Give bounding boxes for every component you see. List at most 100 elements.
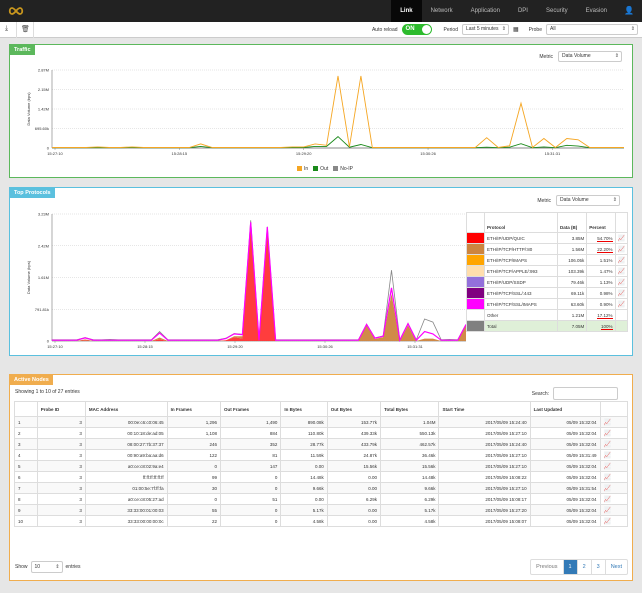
color-swatch [466, 320, 485, 332]
trend-chart-icon[interactable]: 📈 [604, 431, 611, 437]
percent-value: 17.12% [597, 312, 613, 319]
node-cell: 2017/05/09 15:27:10 [438, 449, 531, 461]
column-header[interactable]: Probe ID [36, 401, 86, 417]
search-input[interactable] [553, 387, 618, 400]
node-cell: 08:00:27:7b:37:37 [84, 438, 168, 450]
y-axis-label: Data Volume (bps) [26, 260, 31, 294]
protocol-percent: 0.98% [586, 287, 616, 299]
column-header[interactable] [466, 212, 485, 233]
trend-chart-icon[interactable]: 📈 [618, 247, 625, 253]
page-2[interactable]: 2 [578, 560, 592, 574]
trend-cell: 📈 [599, 471, 629, 483]
nav-item-evasion[interactable]: Evasion [577, 0, 616, 22]
node-cell: 3 [14, 438, 38, 450]
infinity-logo-icon[interactable] [8, 6, 24, 16]
active-nodes-table: Probe ID MAC Address In Frames Out Frames In… [14, 401, 629, 527]
column-header[interactable]: Total Bytes [380, 401, 440, 417]
pagination: Previous 1 2 3 Next [530, 559, 628, 575]
page-1[interactable]: 1 [563, 560, 578, 574]
trend-cell [614, 309, 629, 321]
protocol-name: ETH/IP/TCP/APPLE/:993 [484, 265, 558, 277]
node-cell: 33:33:00:01:00:03 [84, 504, 168, 516]
column-header[interactable]: Protocol [484, 212, 558, 233]
legend-label: Out [320, 166, 329, 172]
probe-select[interactable]: All ⇕ [546, 24, 638, 35]
trend-cell: 📈 [599, 416, 629, 428]
protocol-data: 7.05M [556, 320, 588, 332]
trend-chart-icon[interactable]: 📈 [604, 508, 611, 514]
period-select[interactable]: Last 5 minutes ⇕ [461, 24, 509, 35]
user-icon[interactable]: 👤 [616, 0, 642, 22]
protocol-name: ETH/IP/TCP/HTTP/:80 [484, 243, 558, 255]
nav-item-link[interactable]: Link [391, 0, 422, 22]
page-3[interactable]: 3 [592, 560, 606, 574]
trend-chart-icon[interactable]: 📈 [604, 420, 611, 426]
trend-chart-icon[interactable]: 📈 [618, 302, 625, 308]
node-cell: 4.58k [380, 515, 440, 527]
download-icon[interactable]: ⤓ [5, 25, 8, 33]
metric-select[interactable]: Data Volume ⇕ [556, 195, 620, 206]
x-tick-label: 15:29:20 [296, 151, 312, 156]
column-header[interactable] [14, 401, 38, 417]
trash-icon[interactable]: 🗑 [21, 25, 30, 33]
trend-chart-icon[interactable]: 📈 [604, 475, 611, 481]
node-cell: 439.33k [326, 427, 382, 439]
node-cell: 28.77k [280, 438, 328, 450]
trend-chart-icon[interactable]: 📈 [604, 497, 611, 503]
column-header[interactable]: Out Frames [219, 401, 282, 417]
trend-cell: 📈 [614, 298, 629, 310]
trend-cell: 📈 [599, 449, 629, 461]
node-cell: 05/09 15:32:04 [529, 460, 601, 472]
node-row: 3 3 08:00:27:7b:37:37 246 352 28.77k 433.79k 46… [14, 438, 629, 450]
column-header[interactable] [614, 212, 629, 233]
nav-item-security[interactable]: Security [537, 0, 577, 22]
node-cell: 81 [219, 449, 282, 461]
trend-chart-icon[interactable]: 📈 [618, 291, 625, 297]
node-cell: 3 [36, 416, 86, 428]
column-header[interactable]: Last Updated [529, 401, 601, 417]
trend-chart-icon[interactable]: 📈 [604, 442, 611, 448]
nav-item-network[interactable]: Network [422, 0, 462, 22]
auto-reload-toggle[interactable]: ON [401, 24, 432, 35]
area-eth-ip-tcp-http-80 [52, 227, 466, 341]
legend-item-out[interactable]: Out [313, 166, 328, 172]
column-header[interactable]: Percent [586, 212, 616, 233]
nav-item-dpi[interactable]: DPI [509, 0, 537, 22]
node-cell: 4 [14, 449, 38, 461]
legend-item-in[interactable]: In [297, 166, 308, 172]
column-header[interactable]: In Bytes [280, 401, 328, 417]
calendar-icon[interactable]: ▦ [513, 26, 519, 33]
page-next[interactable]: Next [606, 560, 627, 574]
trend-chart-icon[interactable]: 📈 [618, 258, 625, 264]
column-header[interactable]: Start Time [438, 401, 531, 417]
node-cell: 2017/05/09 15:08:07 [438, 515, 531, 527]
column-header[interactable]: In Frames [166, 401, 221, 417]
node-cell: 9.66k [280, 482, 328, 494]
node-row: 4 3 00:90:a9:ba:aa:d6 122 81 11.59k 24.87k 36.4… [14, 449, 629, 461]
select-arrow-icon: ⇕ [630, 26, 635, 32]
column-header[interactable] [599, 401, 629, 417]
page-previous[interactable]: Previous [531, 560, 564, 574]
trend-chart-icon[interactable]: 📈 [618, 269, 625, 275]
legend-item-noip[interactable]: No-IP [333, 166, 353, 172]
entries-select[interactable]: 10 ⇕ [30, 561, 63, 573]
node-cell: 0 [219, 482, 282, 494]
select-arrow-icon: ⇕ [612, 197, 617, 203]
node-cell: 5.17k [380, 504, 440, 516]
trend-cell: 📈 [599, 515, 629, 527]
column-header[interactable]: Data (B) [556, 212, 588, 233]
nav-item-application[interactable]: Application [462, 0, 509, 22]
node-cell: 2017/05/09 15:08:22 [438, 471, 531, 483]
trend-chart-icon[interactable]: 📈 [604, 464, 611, 470]
trend-cell [614, 320, 629, 332]
trend-chart-icon[interactable]: 📈 [604, 519, 611, 525]
y-tick-label: 791.81k [35, 307, 49, 312]
trend-chart-icon[interactable]: 📈 [618, 236, 625, 242]
node-cell: 05/09 15:32:04 [529, 493, 601, 505]
trend-chart-icon[interactable]: 📈 [618, 280, 625, 286]
trend-chart-icon[interactable]: 📈 [604, 486, 611, 492]
node-cell: 4.58k [280, 515, 328, 527]
trend-chart-icon[interactable]: 📈 [604, 453, 611, 459]
column-header[interactable]: MAC Address [84, 401, 168, 417]
column-header[interactable]: Out Bytes [326, 401, 382, 417]
